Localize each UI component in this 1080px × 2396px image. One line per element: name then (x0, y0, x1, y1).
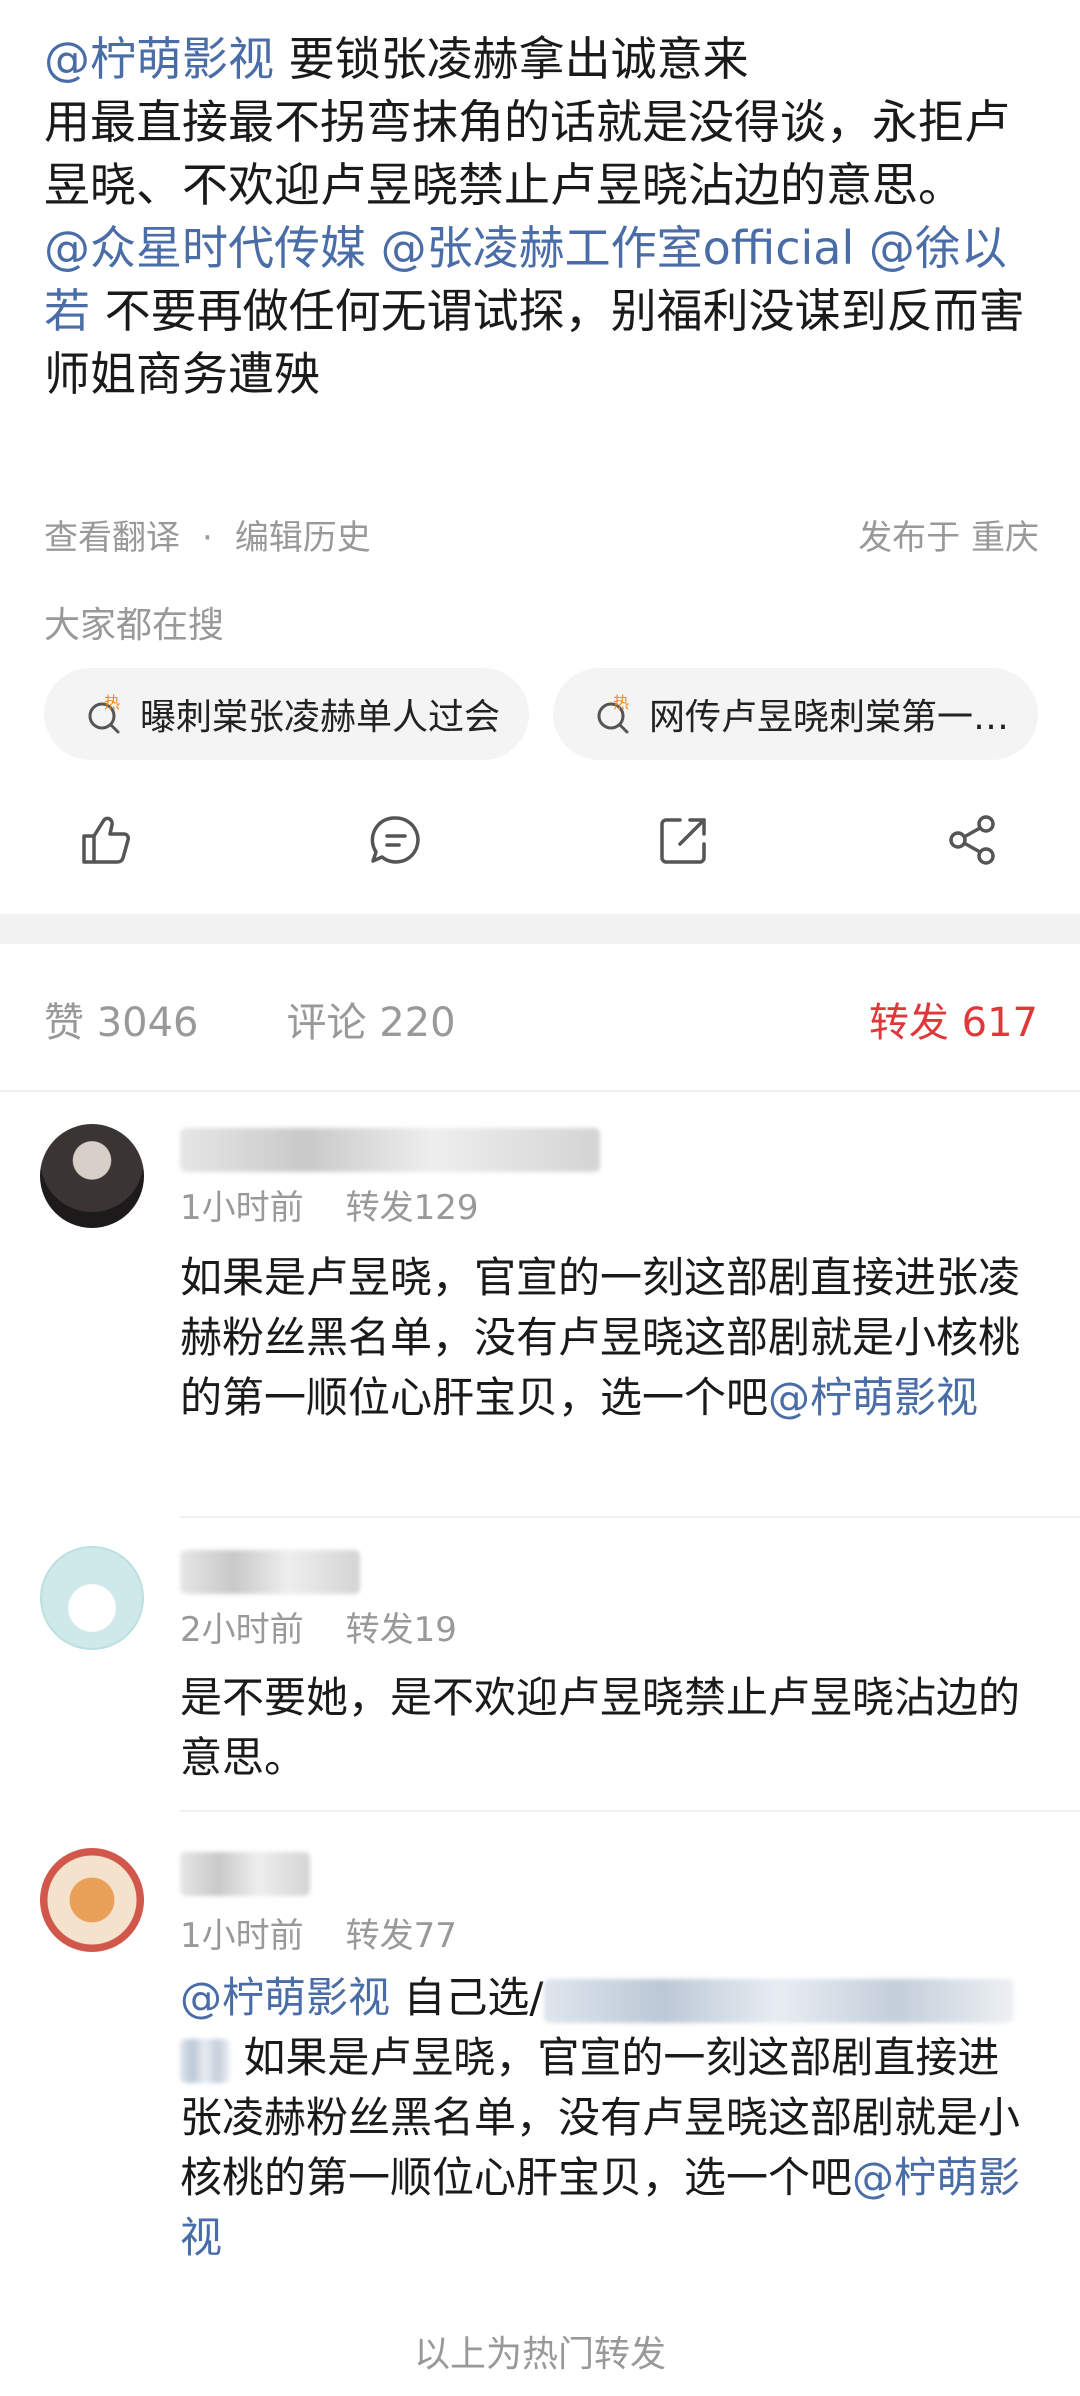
username-redacted (180, 1550, 360, 1594)
username-redacted (180, 1128, 600, 1172)
tab-reposts[interactable]: 转发 617 (869, 990, 1038, 1048)
meta-separator: · (202, 518, 213, 558)
post-paragraph: 用最直接最不拐弯抹角的话就是没得谈，永拒卢昱晓、不欢迎卢昱晓禁止卢昱晓沾边的意思… (44, 95, 1010, 212)
item-divider (180, 1516, 1080, 1518)
post-text-line: 不要再做任何无谓试探，别福利没谋到反而害师姐商务遭殃 (44, 284, 1025, 401)
hot-search-icon: 热 (593, 692, 637, 736)
item-divider (180, 1810, 1080, 1812)
post-body: @柠萌影视 要锁张凌赫拿出诚意来 用最直接最不拐弯抹角的话就是没得谈，永拒卢昱晓… (44, 28, 1044, 406)
chip-label: 曝刺棠张凌赫单人过会 (140, 697, 501, 738)
trending-title: 大家都在搜 (44, 605, 225, 646)
comment-icon[interactable] (366, 810, 426, 870)
tabs-divider (0, 1090, 1080, 1092)
translate-link[interactable]: 查看翻译 (44, 518, 180, 558)
repost-icon[interactable] (654, 810, 714, 870)
avatar[interactable] (40, 1124, 144, 1228)
repost-meta: 2小时前 转发19 (180, 1602, 457, 1651)
repost-count: 转发77 (345, 1916, 457, 1956)
avatar[interactable] (40, 1546, 144, 1650)
repost-lead: 自己选/ (390, 1973, 544, 2022)
trending-chips: 热 曝刺棠张凌赫单人过会 热 网传卢昱晓刺棠第一… (44, 668, 1038, 760)
hot-search-icon: 热 (84, 692, 128, 736)
like-icon[interactable] (76, 810, 136, 870)
post-text-line: 要锁张凌赫拿出诚意来 (274, 32, 749, 86)
mention-link[interactable]: @柠萌影视 (768, 1373, 978, 1422)
avatar[interactable] (40, 1848, 144, 1952)
post-location: 发布于 重庆 (858, 518, 1039, 558)
trending-chip[interactable]: 热 网传卢昱晓刺棠第一… (553, 668, 1038, 760)
section-divider (0, 914, 1080, 944)
edit-history-link[interactable]: 编辑历史 (235, 518, 371, 558)
tab-comments[interactable]: 评论 220 (287, 990, 456, 1048)
svg-text:热: 热 (613, 693, 629, 712)
repost-time: 2小时前 (180, 1610, 304, 1650)
post-meta: 查看翻译 · 编辑历史 发布于 重庆 (44, 510, 1039, 559)
repost-count: 转发19 (345, 1610, 457, 1650)
redacted-text (180, 2038, 230, 2083)
repost-text: 如果是卢昱晓，官宣的一刻这部剧直接进张凌赫粉丝黑名单，没有卢昱晓这部剧就是小核桃… (180, 1248, 1040, 1428)
trending-chip[interactable]: 热 曝刺棠张凌赫单人过会 (44, 668, 529, 760)
svg-text:热: 热 (104, 693, 120, 712)
repost-time: 1小时前 (180, 1916, 304, 1956)
repost-meta: 1小时前 转发77 (180, 1908, 457, 1957)
hot-reposts-footer: 以上为热门转发 (413, 2334, 666, 2375)
repost-meta: 1小时前 转发129 (180, 1180, 479, 1229)
username-redacted (180, 1852, 310, 1896)
repost-text: @柠萌影视 自己选/ 如果是卢昱晓，官宣的一刻这部剧直接进张凌赫粉丝黑名单，没有… (180, 1968, 1040, 2268)
repost-time: 1小时前 (180, 1188, 304, 1228)
chip-label: 网传卢昱晓刺棠第一… (649, 697, 1010, 738)
repost-text: 是不要她，是不欢迎卢昱晓禁止卢昱晓沾边的意思。 (180, 1673, 1021, 1782)
share-icon[interactable] (942, 810, 1002, 870)
mention-link[interactable]: @柠萌影视 (44, 32, 274, 86)
mention-link[interactable]: @柠萌影视 (180, 1973, 390, 2022)
tab-likes[interactable]: 赞 3046 (44, 990, 199, 1048)
action-bar (0, 800, 1080, 880)
redacted-text (543, 1978, 1014, 2023)
repost-count: 转发129 (345, 1188, 479, 1228)
interaction-tabs: 赞 3046 评论 220 转发 617 (44, 990, 1038, 1048)
